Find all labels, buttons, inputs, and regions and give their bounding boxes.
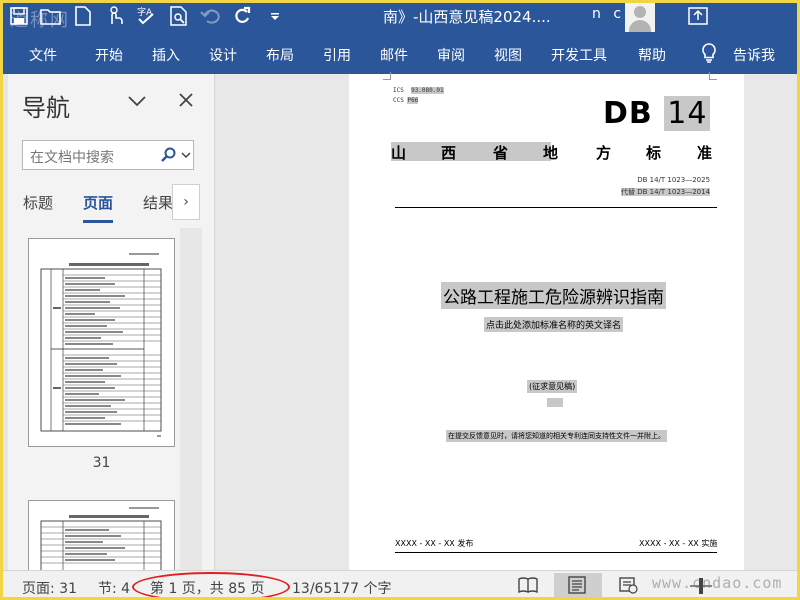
tab-insert[interactable]: 插入 [152,45,180,65]
thumbnail-page-number: 31 [92,455,111,471]
read-mode-icon[interactable] [518,576,540,596]
tab-help[interactable]: 帮助 [638,45,666,65]
new-document-icon[interactable] [70,4,96,28]
open-folder-icon[interactable] [38,4,64,28]
section-indicator[interactable]: 节: 4 [98,578,130,598]
close-icon[interactable] [178,92,194,112]
document-page[interactable]: ICS 93.080.01 CCS P66 DB 14 山 西 省 地 方 标 … [349,72,744,570]
draft-label: (征求意见稿) [527,380,578,393]
page-indicator[interactable]: 页面: 31 [22,578,77,598]
user-name[interactable]: n c [592,6,625,22]
implementation-date: XXXX - XX - XX 实施 [639,539,718,548]
tell-me-search[interactable]: 告诉我 [733,45,775,65]
word-count[interactable]: 13/65177 个字 [292,578,392,598]
search-options-icon[interactable] [181,147,191,167]
standard-title: 公路工程施工危险源辨识指南 [441,282,666,309]
nav-title: 导航 [22,94,70,122]
ribbon-tabs: 文件 开始 插入 设计 布局 引用 邮件 审阅 视图 开发工具 帮助 告诉我 [0,34,800,74]
chevron-right-icon[interactable]: › [172,184,200,220]
tab-pages[interactable]: 页面 [83,192,113,213]
quick-access-toolbar: 字A [6,4,288,28]
print-layout-icon[interactable] [567,576,589,596]
tab-layout[interactable]: 布局 [266,45,294,65]
nav-search-input[interactable]: 在文档中搜索 [22,140,194,170]
web-layout-icon[interactable] [618,576,640,596]
tab-results[interactable]: 结果 [143,192,173,213]
search-icon[interactable] [161,147,177,167]
standard-code: DB 14/T 1023—2025 代替 DB 14/T 1023—2014 [621,176,711,196]
page-thumbnail[interactable] [28,500,175,570]
document-title: 南》-山西意见稿2024.... [383,8,551,26]
active-tab-indicator [83,220,113,223]
tab-headings[interactable]: 标题 [23,192,53,213]
crop-mark [709,72,717,80]
tab-file[interactable]: 文件 [29,45,57,65]
province-standard-heading: 山 西 省 地 方 标 准 [391,142,713,162]
title-bar: 道称网 字A 南》-山西意见稿2024.... n c [0,0,800,34]
issue-date: XXXX - XX - XX 发布 [395,539,474,548]
page-count[interactable]: 第 1 页，共 85 页 [150,578,265,598]
navigation-pane: 导航 在文档中搜索 标题 页面 结果 › 31 [8,74,215,570]
tab-design[interactable]: 设计 [209,45,237,65]
db-standard-mark: DB 14 [603,96,711,131]
ics-code: ICS 93.080.01 CCS P66 [393,87,444,104]
header-rule [395,207,717,208]
watermark-bottom-right: www.cndao.com [652,574,783,592]
save-icon[interactable] [6,4,32,28]
search-placeholder: 在文档中搜索 [30,150,114,166]
avatar[interactable] [625,2,655,32]
tab-developer[interactable]: 开发工具 [551,45,607,65]
print-preview-icon[interactable] [166,4,192,28]
tab-mailings[interactable]: 邮件 [380,45,408,65]
english-title-placeholder[interactable]: 点击此处添加标准名称的英文译名 [484,317,624,332]
redo-icon[interactable] [230,4,256,28]
tab-review[interactable]: 审阅 [437,45,465,65]
page-thumbnail[interactable] [28,238,175,447]
lightbulb-icon[interactable] [700,42,718,68]
patent-notice: 在提交反馈意见时，请将您知道的相关专利连同支持性文件一并附上。 [446,430,667,442]
touch-mode-icon[interactable] [102,4,128,28]
tab-home[interactable]: 开始 [95,45,123,65]
crop-mark [383,72,391,80]
undo-icon[interactable] [198,4,224,28]
footer-rule [395,552,717,553]
tab-references[interactable]: 引用 [323,45,351,65]
ribbon-display-options-icon[interactable] [686,5,710,27]
blank-field[interactable] [547,398,563,407]
spelling-check-icon[interactable]: 字A [134,4,160,28]
document-area[interactable]: ICS 93.080.01 CCS P66 DB 14 山 西 省 地 方 标 … [216,72,800,570]
chevron-down-icon[interactable] [128,92,146,111]
customize-toolbar-icon[interactable] [262,4,288,28]
tab-view[interactable]: 视图 [494,45,522,65]
nav-scrollbar[interactable] [180,228,202,570]
